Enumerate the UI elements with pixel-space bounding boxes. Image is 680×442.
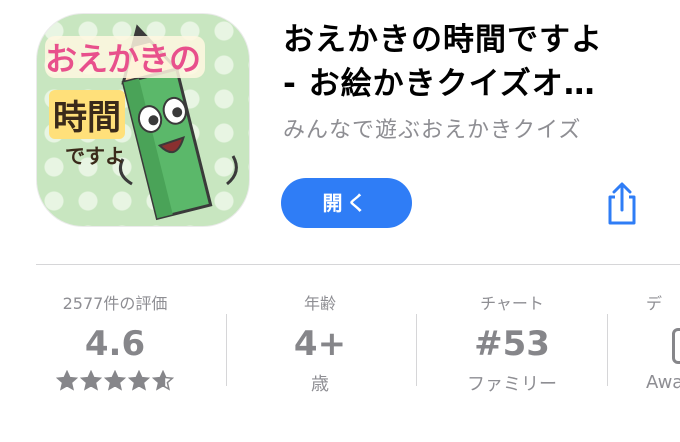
age-label: 年齢	[303, 294, 336, 313]
rating-stars	[40, 370, 190, 392]
chart-label: チャート	[480, 294, 544, 313]
icon-text-main: おえかきの	[45, 40, 201, 78]
stat-chart[interactable]: チャート #53 ファミリー	[437, 290, 587, 396]
ratings-count-label: 2577件の評価	[62, 294, 168, 313]
stat-ratings[interactable]: 2577件の評価 4.6	[40, 290, 190, 392]
app-subtitle: みんなで遊ぶおえかきクイズ	[283, 118, 582, 143]
chart-sub: ファミリー	[467, 374, 557, 395]
icon-text-middle: 時間	[49, 90, 125, 139]
age-value: 4+	[293, 324, 347, 364]
developer-sub: Awa	[646, 372, 680, 393]
developer-label: デ	[646, 294, 663, 313]
age-sub: 歳	[311, 374, 329, 395]
stat-separator	[607, 314, 608, 386]
app-title-line2: - お絵かきクイズオ…	[283, 66, 596, 102]
app-title: おえかきの時間ですよ - お絵かきクイズオ…	[283, 18, 673, 106]
star-icon	[56, 370, 78, 391]
rating-value: 4.6	[84, 324, 146, 364]
stat-separator	[226, 314, 227, 386]
stat-separator	[416, 314, 417, 386]
stat-age[interactable]: 年齢 4+ 歳	[245, 290, 395, 396]
star-icon	[128, 370, 150, 391]
star-icon	[104, 370, 126, 391]
chart-value: #53	[474, 324, 550, 364]
star-icon	[80, 370, 102, 391]
open-button[interactable]: 開く	[281, 178, 412, 228]
icon-text-small: ですよ	[65, 144, 125, 168]
app-title-line1: おえかきの時間ですよ	[283, 22, 603, 58]
stat-developer[interactable]: デ Awa	[646, 290, 680, 393]
star-icon	[152, 370, 174, 391]
share-icon[interactable]	[604, 182, 640, 226]
developer-icon	[672, 328, 680, 364]
divider	[36, 264, 680, 265]
app-icon[interactable]: おえかきの 時間 ですよ	[37, 14, 249, 226]
app-store-page: おえかきの 時間 ですよ おえかきの時間ですよ - お絵かきクイズオ… みんなで…	[0, 0, 680, 442]
